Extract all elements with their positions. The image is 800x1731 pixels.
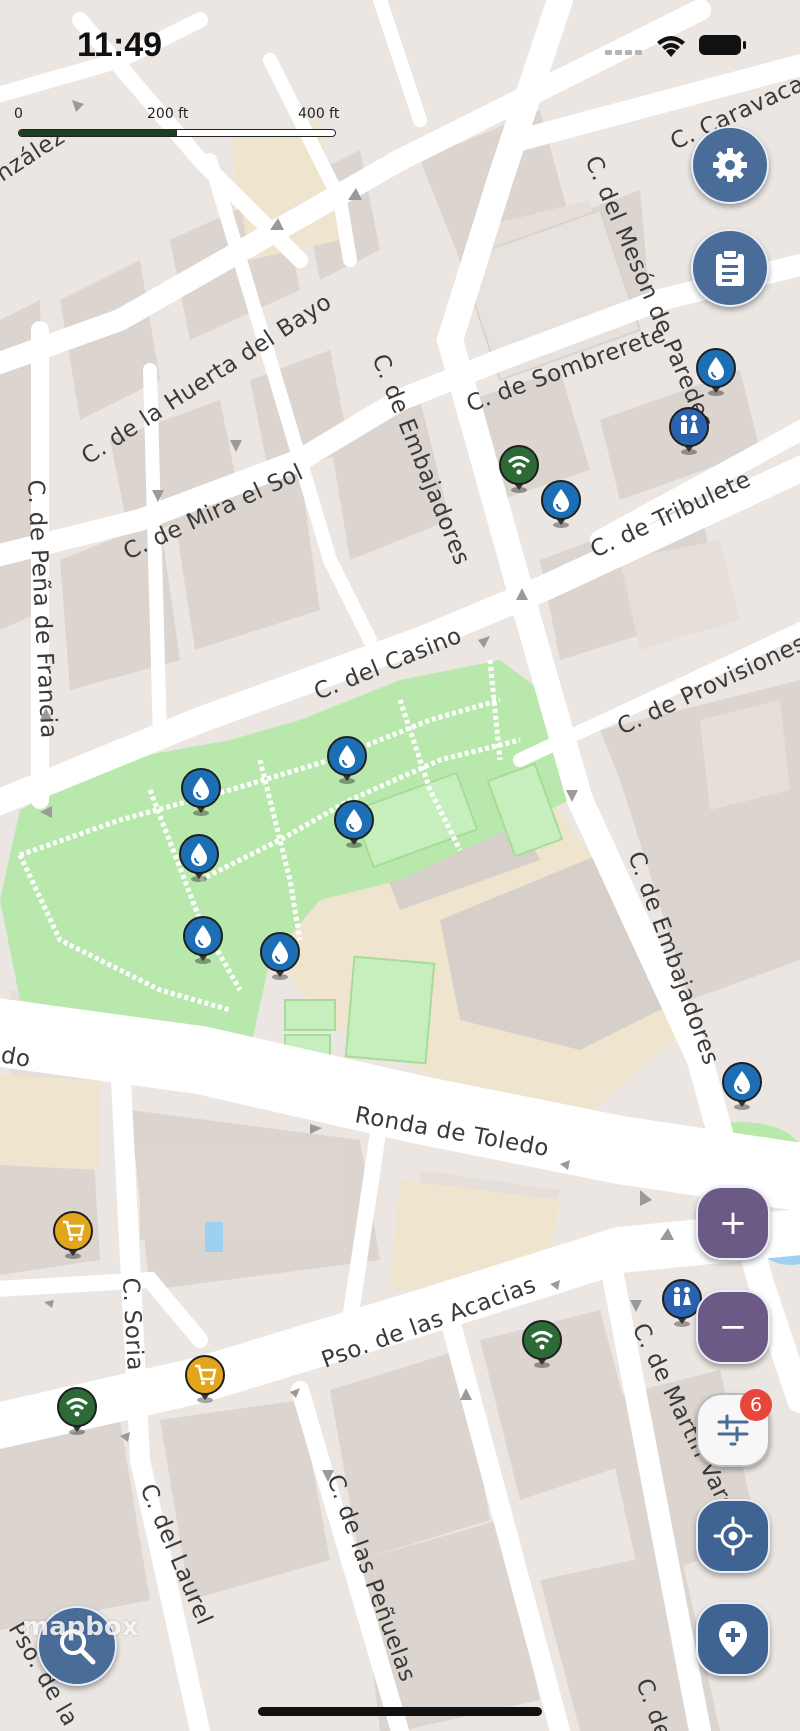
- zoom-out-button[interactable]: −: [696, 1290, 770, 1364]
- water-marker[interactable]: [695, 347, 737, 397]
- scale-tick: 0: [14, 106, 23, 122]
- water-marker[interactable]: [178, 833, 220, 883]
- water-marker[interactable]: [333, 799, 375, 849]
- scale-bar-fill: [19, 130, 177, 136]
- water-icon: [722, 1062, 762, 1110]
- water-icon: [334, 800, 374, 848]
- home-indicator: [258, 1707, 542, 1716]
- wifi-marker[interactable]: [521, 1319, 563, 1369]
- restroom-icon: [669, 407, 709, 455]
- water-icon: [696, 348, 736, 396]
- water-icon: [183, 916, 223, 964]
- shop-marker[interactable]: [52, 1210, 94, 1260]
- map-screen: C. Caravaca C. del Mesón de Paredes C. d…: [0, 0, 800, 1731]
- mapbox-attribution[interactable]: mapbox: [22, 1612, 139, 1642]
- wifi-marker[interactable]: [498, 444, 540, 494]
- zoom-out-label: −: [718, 1307, 748, 1347]
- water-icon: [260, 932, 300, 980]
- shop-icon: [53, 1211, 93, 1259]
- filter-button[interactable]: 6: [696, 1389, 772, 1467]
- status-bar: 11:49: [0, 0, 800, 90]
- water-icon: [181, 768, 221, 816]
- restroom-marker[interactable]: [668, 406, 710, 456]
- water-marker[interactable]: [721, 1061, 763, 1111]
- clipboard-icon: [716, 249, 744, 286]
- gear-icon: [713, 148, 747, 182]
- water-marker[interactable]: [326, 735, 368, 785]
- crosshair-icon: [713, 1516, 753, 1556]
- scale-tick: 200 ft: [147, 106, 189, 122]
- wifi-icon: [57, 1387, 97, 1435]
- water-marker[interactable]: [259, 931, 301, 981]
- locate-me-button[interactable]: [696, 1499, 770, 1573]
- water-icon: [541, 480, 581, 528]
- scale-bar-track: [18, 129, 336, 137]
- street-label: do: [0, 1042, 33, 1073]
- cellular-signal-icon: [605, 50, 642, 55]
- street-label: C. Soria: [117, 1277, 148, 1372]
- status-time: 11:49: [77, 26, 163, 64]
- wifi-icon: [522, 1320, 562, 1368]
- water-marker[interactable]: [540, 479, 582, 529]
- wifi-icon: [499, 445, 539, 493]
- water-marker[interactable]: [180, 767, 222, 817]
- map-scale-bar: 0 200 ft 400 ft: [14, 106, 354, 140]
- scale-tick: 400 ft: [298, 106, 340, 122]
- shop-icon: [185, 1355, 225, 1403]
- map-canvas[interactable]: C. Caravaca C. del Mesón de Paredes C. d…: [0, 0, 800, 1731]
- shop-marker[interactable]: [184, 1354, 226, 1404]
- location-pin-icon: [719, 1621, 747, 1657]
- settings-button[interactable]: [691, 126, 769, 204]
- water-icon: [327, 736, 367, 784]
- water-marker[interactable]: [182, 915, 224, 965]
- battery-icon: [699, 35, 746, 55]
- wifi-icon: [657, 36, 685, 57]
- zoom-in-button[interactable]: +: [696, 1186, 770, 1260]
- water-icon: [179, 834, 219, 882]
- filter-count-badge: 6: [740, 1389, 772, 1421]
- add-place-button[interactable]: [696, 1602, 770, 1676]
- zoom-in-label: +: [718, 1203, 748, 1243]
- wifi-marker[interactable]: [56, 1386, 98, 1436]
- report-button[interactable]: [691, 229, 769, 307]
